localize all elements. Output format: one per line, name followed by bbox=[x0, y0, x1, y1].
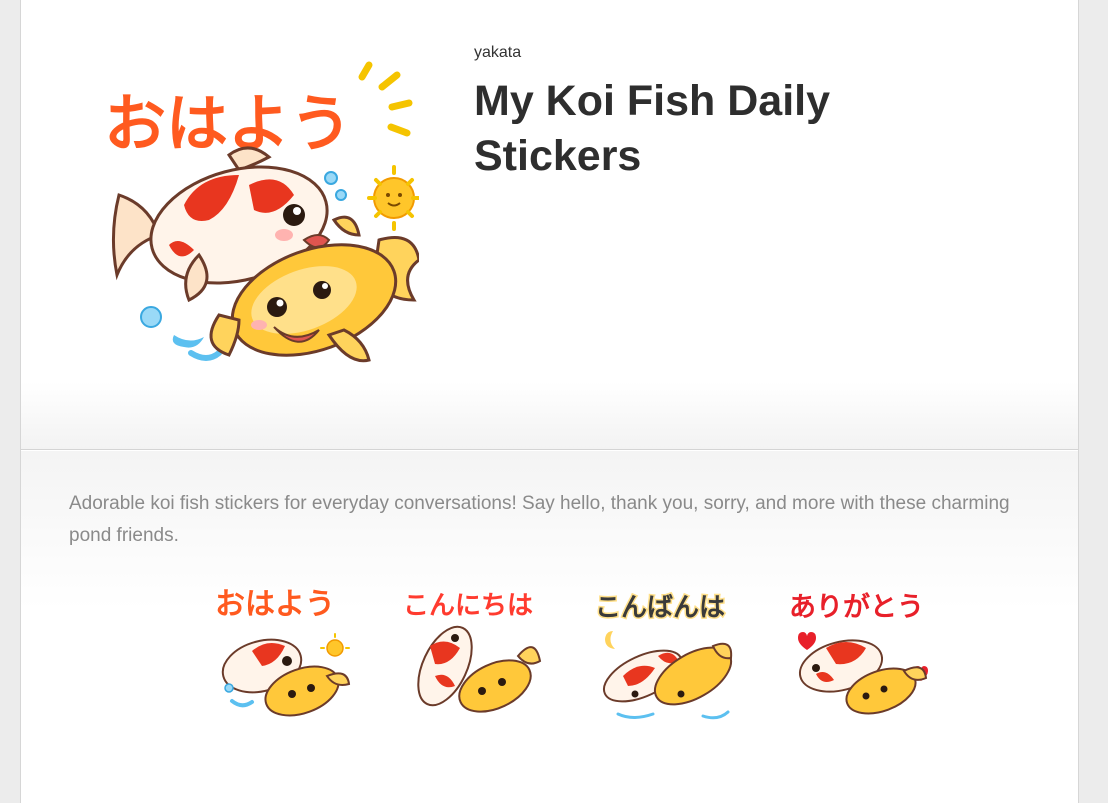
sticker-detail-card: おはよう yakata My Koi Fish Daily Stickers A… bbox=[20, 0, 1079, 803]
sticker-preview-2[interactable]: こんにちは bbox=[400, 576, 550, 726]
sticker-preview-text: こんにちは bbox=[403, 591, 533, 621]
koi-sticker-icon: こんにちは bbox=[402, 590, 542, 713]
sticker-preview-1[interactable]: おはよう bbox=[207, 576, 357, 726]
koi-sticker-icon: おはよう bbox=[102, 61, 421, 363]
sticker-preview-3[interactable]: こんばんは bbox=[593, 576, 743, 726]
sticker-preview-text: ありがとう bbox=[789, 591, 924, 623]
sticker-body: Adorable koi fish stickers for everyday … bbox=[21, 451, 1078, 803]
koi-sticker-icon: ありがとう bbox=[788, 590, 928, 715]
koi-sticker-icon: おはよう bbox=[214, 586, 351, 717]
sticker-header: おはよう yakata My Koi Fish Daily Stickers bbox=[21, 0, 1078, 450]
koi-sticker-icon: こんばんは bbox=[594, 592, 733, 720]
sticker-pack-title: My Koi Fish Daily Stickers bbox=[474, 77, 831, 180]
sticker-author[interactable]: yakata bbox=[474, 44, 521, 62]
heart-icon bbox=[798, 632, 816, 650]
sticker-preview-4[interactable]: ありがとう bbox=[786, 576, 936, 726]
sticker-pack-description: Adorable koi fish stickers for everyday … bbox=[69, 493, 1010, 546]
sticker-preview-text: こんばんは bbox=[595, 593, 725, 623]
moon-icon bbox=[605, 631, 615, 649]
sticker-preview-text: おはよう bbox=[215, 587, 335, 622]
main-sticker-text: おはよう bbox=[104, 87, 352, 160]
sticker-preview-grid: おはよう こんにちは こんばんは ありがとう bbox=[190, 576, 990, 736]
main-sticker-image: おはよう bbox=[79, 45, 421, 385]
